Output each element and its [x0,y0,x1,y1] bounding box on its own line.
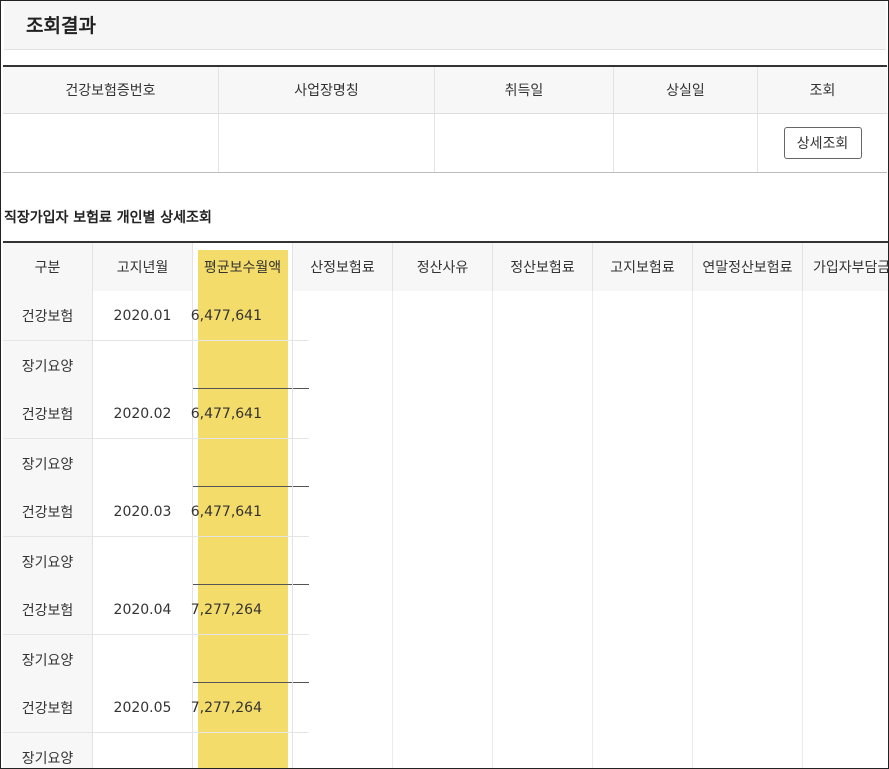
cell-spacer [293,389,309,438]
col-settlement-premium: 정산보험료 [493,243,593,291]
result-table-header: 건강보험증번호 사업장명칭 취득일 상실일 조회 [3,67,887,114]
cell-month: 2020.02 [93,389,193,438]
col-guide [493,243,593,768]
cell-type: 장기요양 [3,537,93,586]
cell-type: 장기요양 [3,733,93,768]
col-notice-month: 고지년월 [93,243,193,291]
col-average-salary: 평균보수월액 [193,243,293,291]
col-year-end-premium: 연말정산보험료 [693,243,803,291]
col-lookup: 조회 [809,83,836,99]
cell-spacer [293,291,309,340]
cell-month-empty [93,537,193,586]
cell-type: 건강보험 [3,585,93,634]
cell-average-salary: 6,477,641 [191,487,293,536]
detail-table-header: 구분 고지년월 평균보수월액 산정보험료 정산사유 정산보험료 고지보험료 연말… [3,243,888,291]
col-acquired-date: 취득일 [435,67,614,113]
cell-type: 건강보험 [3,683,93,732]
table-row: 상세조회 [3,114,887,172]
col-category: 구분 [3,243,93,291]
cell-spacer [293,585,309,634]
cell-month: 2020.05 [93,683,193,732]
table-row: 건강보험 2020.03 6,477,641 장기요양 [3,487,309,586]
cell-average-salary: 6,477,641 [191,389,293,438]
cell-type: 건강보험 [3,291,93,340]
cell-average-salary-empty [193,341,293,390]
cell-month: 2020.04 [93,585,193,634]
cell-average-salary-empty [193,635,293,684]
col-lost-date: 상실일 [614,67,758,113]
col-workplace: 사업장명칭 [219,67,435,113]
cell-month: 2020.01 [93,291,193,340]
table-row: 건강보험 2020.05 7,277,264 장기요양 [3,683,309,768]
cell-type: 건강보험 [3,487,93,536]
cell-month-empty [93,341,193,390]
col-card-number: 건강보험증번호 [3,67,219,113]
detail-table: 구분 고지년월 평균보수월액 산정보험료 정산사유 정산보험료 고지보험료 연말… [3,241,888,768]
result-header: 조회결과 [4,1,886,50]
cell-type: 장기요양 [3,439,93,488]
col-calculated-premium: 산정보험료 [293,243,393,291]
cell-spacer [293,341,309,390]
cell-type: 장기요양 [3,341,93,390]
table-row: 건강보험 2020.01 6,477,641 장기요양 [3,291,309,390]
cell-spacer [293,683,309,732]
cell-average-salary: 7,277,264 [191,585,293,634]
cell-lost-date [614,114,758,172]
cell-spacer [293,439,309,488]
cell-card-number [3,114,219,172]
cell-type: 장기요양 [3,635,93,684]
col-member-burden: 가입자부담금 [803,243,888,291]
detail-rows: 건강보험 2020.01 6,477,641 장기요양 건강보험 2020.02… [3,291,309,768]
col-settlement-reason: 정산사유 [393,243,493,291]
cell-spacer [293,487,309,536]
cell-type: 건강보험 [3,389,93,438]
cell-lookup: 상세조회 [758,114,887,172]
col-guide [693,243,803,768]
cell-average-salary-empty [193,537,293,586]
col-notice-premium: 고지보험료 [593,243,693,291]
col-guide [393,243,493,768]
detail-lookup-button[interactable]: 상세조회 [783,127,862,159]
cell-month-empty [93,733,193,768]
table-row: 건강보험 2020.02 6,477,641 장기요양 [3,389,309,488]
table-row: 건강보험 2020.04 7,277,264 장기요양 [3,585,309,684]
cell-month: 2020.03 [93,487,193,536]
cell-month-empty [93,439,193,488]
page-title: 조회결과 [26,15,96,37]
cell-spacer [293,733,309,768]
cell-spacer [293,635,309,684]
cell-average-salary-empty [193,439,293,488]
page-frame: 조회결과 건강보험증번호 사업장명칭 취득일 상실일 조회 상세조회 직장가입자… [0,0,889,769]
detail-section-title: 직장가입자 보험료 개인별 상세조회 [4,210,212,226]
cell-acquired-date [435,114,614,172]
cell-spacer [293,537,309,586]
cell-workplace [219,114,435,172]
col-guide [309,243,393,768]
cell-average-salary: 7,277,264 [191,683,293,732]
cell-average-salary: 6,477,641 [191,291,293,340]
result-table: 건강보험증번호 사업장명칭 취득일 상실일 조회 상세조회 [3,65,887,173]
col-guide [593,243,693,768]
cell-average-salary-empty [193,733,293,768]
cell-month-empty [93,635,193,684]
